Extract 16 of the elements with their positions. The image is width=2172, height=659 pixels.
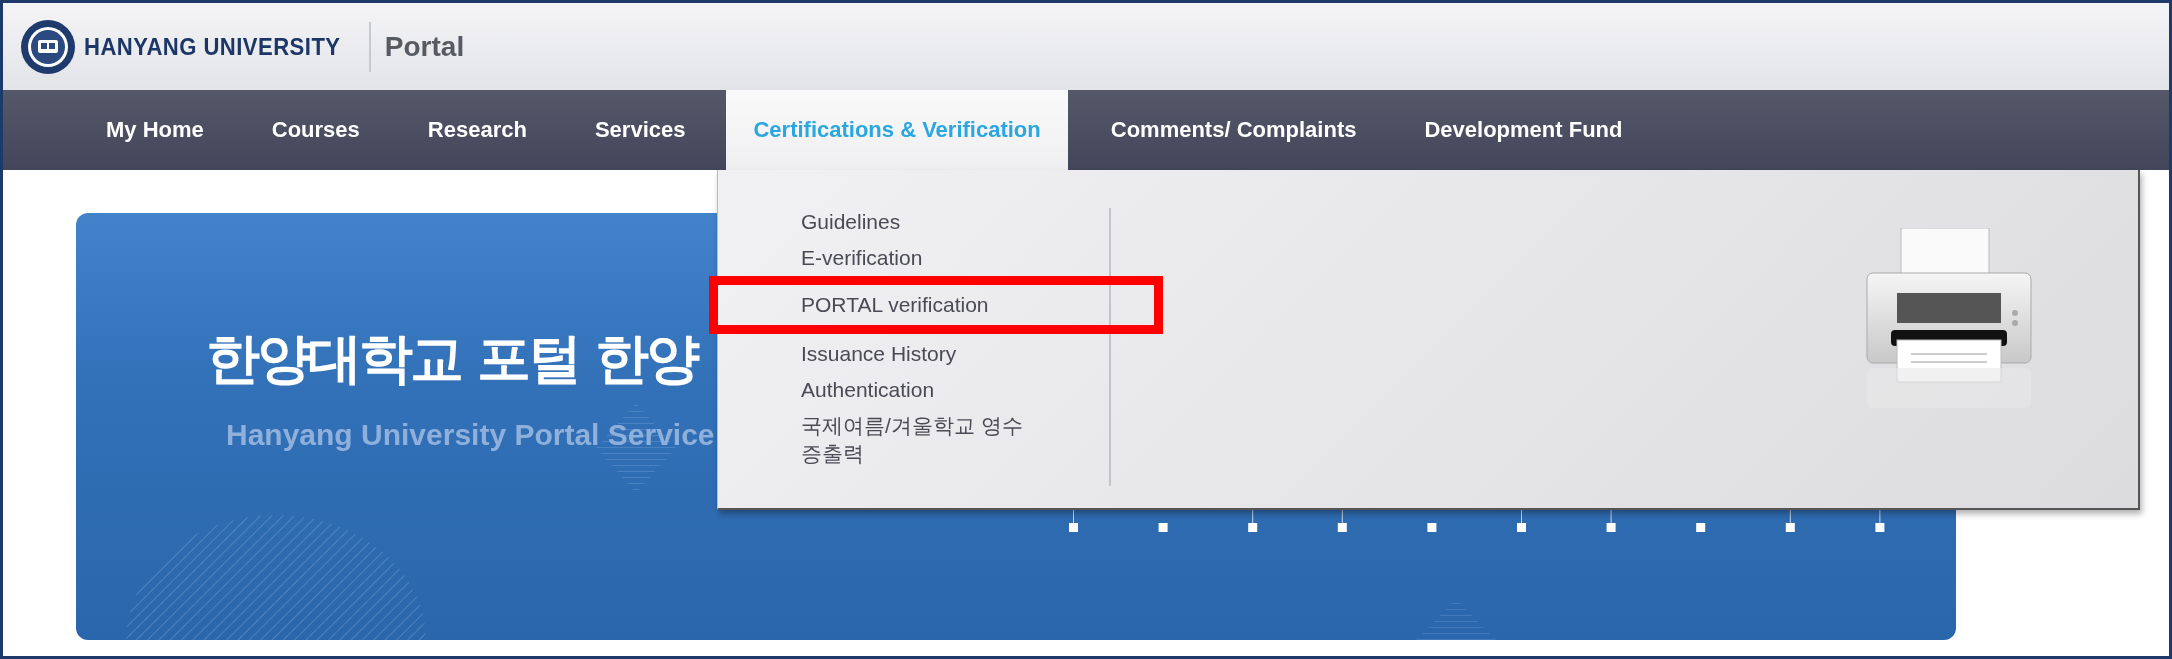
menu-item[interactable]: Issuance History xyxy=(801,340,1037,368)
nav-tab[interactable]: Services xyxy=(567,90,713,170)
banner-subtitle: Hanyang University Portal Service xyxy=(226,418,715,452)
portal-title: Portal xyxy=(384,30,465,63)
nav-tab[interactable]: Courses xyxy=(244,90,387,170)
nav-tab[interactable]: Development Fund xyxy=(1397,90,1650,170)
menu-item[interactable]: Guidelines xyxy=(801,208,1037,236)
banner-title: 한양대학교 포털 한양 xyxy=(206,326,699,392)
nav-tab[interactable]: My Home xyxy=(79,90,231,170)
menu-item[interactable]: 국제여름/겨울학교 영수증출력 xyxy=(801,412,1037,468)
menu-item[interactable]: Authentication xyxy=(801,376,1037,404)
menu-item[interactable]: PORTAL verification xyxy=(709,276,1163,334)
menu-item[interactable]: E-verification xyxy=(801,244,1037,272)
nav-tab[interactable]: Research xyxy=(400,90,554,170)
nav-tab[interactable]: Comments/ Complaints xyxy=(1083,90,1384,170)
university-logo-text: HANYANG UNIVERSITY xyxy=(84,32,341,61)
